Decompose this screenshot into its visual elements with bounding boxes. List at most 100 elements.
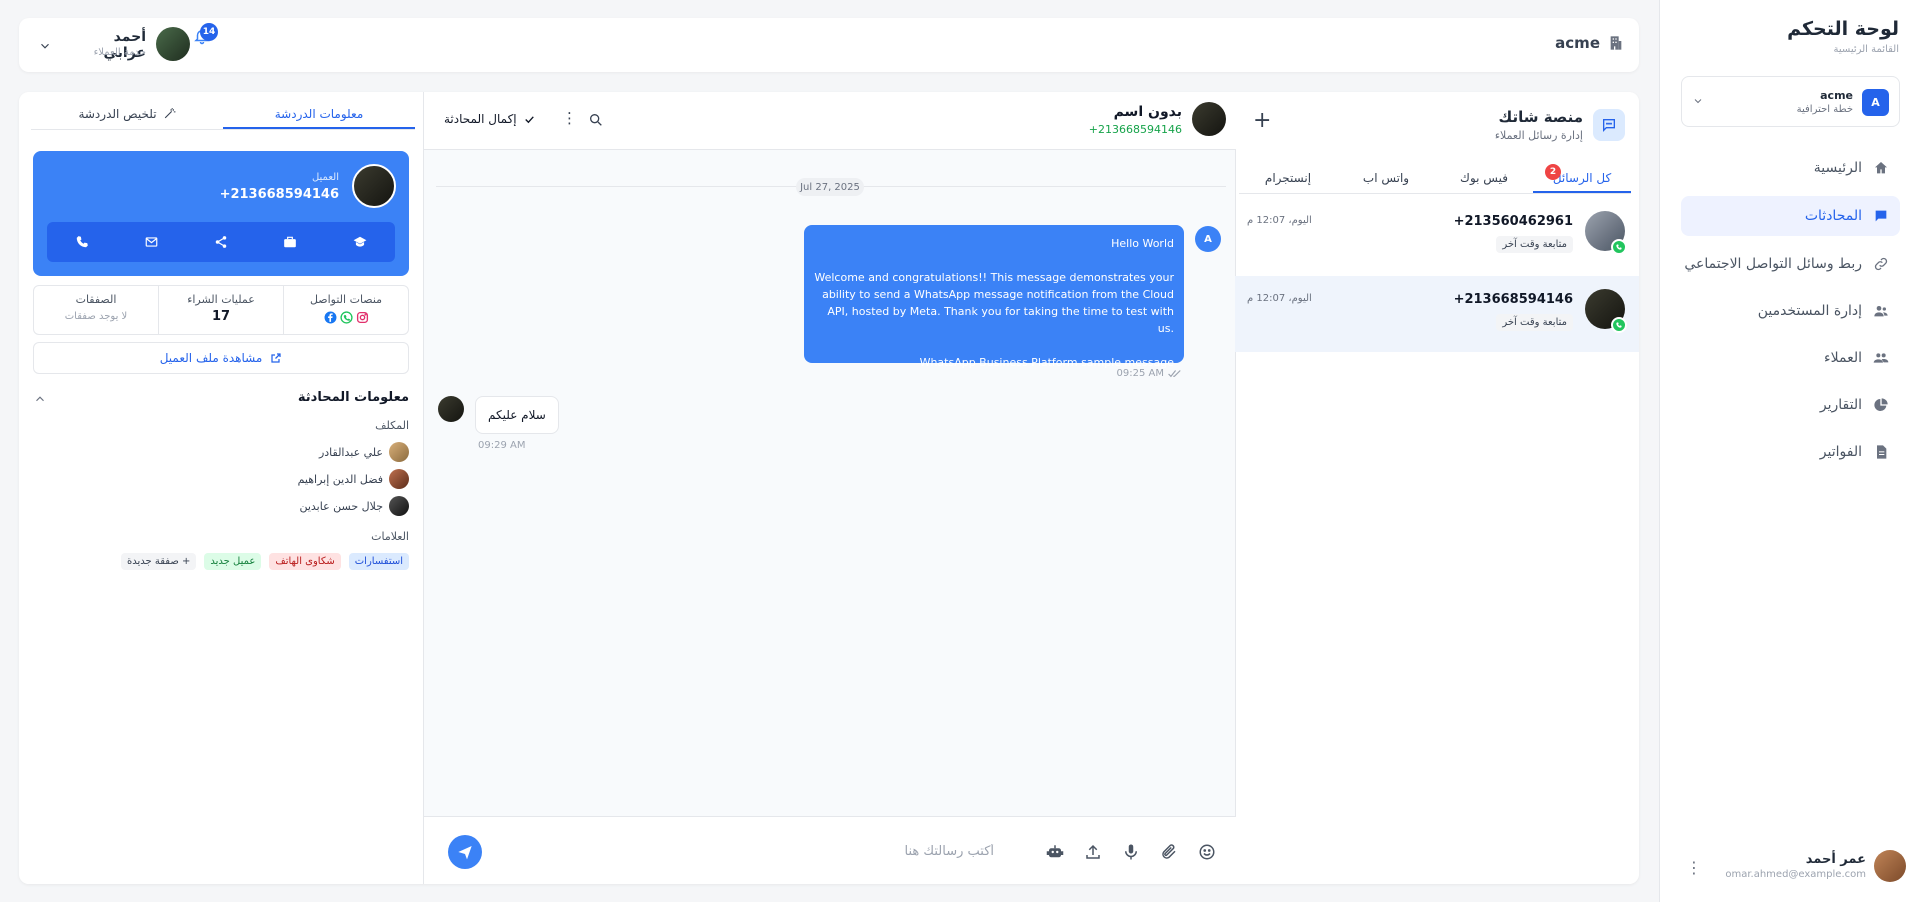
tab-chat-info[interactable]: معلومات الدردشة	[223, 100, 415, 129]
microphone-icon[interactable]	[1120, 841, 1142, 863]
message-time: 09:25 AM	[1116, 368, 1164, 379]
chat-header: بدون اسم +213668594146 ⋮ إكمال المحادثة	[424, 92, 1236, 150]
conversation-phone: +213560462961	[1453, 214, 1573, 229]
tag[interactable]: عميل جديد	[204, 553, 262, 570]
search-icon[interactable]	[588, 112, 604, 128]
tab-whatsapp[interactable]: واتس اب	[1337, 164, 1435, 193]
graduation-cap-icon[interactable]	[352, 235, 368, 249]
chevron-down-icon	[1692, 95, 1704, 107]
sidebar: لوحة التحكم القائمة الرئيسية A acme خطة …	[1659, 0, 1915, 902]
message-composer	[424, 816, 1236, 884]
unread-badge: 2	[1545, 164, 1561, 180]
sidebar-item-customers[interactable]: العملاء	[1681, 338, 1900, 378]
phone-icon[interactable]	[75, 235, 89, 249]
stat-label: عمليات الشراء	[187, 293, 255, 306]
outgoing-message: Hello World Welcome and congratulations!…	[804, 225, 1184, 369]
emoji-icon[interactable]	[1196, 841, 1218, 863]
header-user-role: خدمة العملاء	[93, 47, 146, 58]
user-menu[interactable]: أحمد عرابي خدمة العملاء	[36, 27, 296, 63]
tag[interactable]: شكاوى الهاتف	[269, 553, 341, 570]
message-line: Welcome and congratulations!! This messa…	[814, 271, 1174, 335]
sidebar-subtitle: القائمة الرئيسية	[1833, 44, 1899, 55]
composer-tools	[1044, 841, 1218, 863]
tab-facebook[interactable]: فيس بوك	[1435, 164, 1533, 193]
assigned-label: المكلف	[375, 419, 409, 432]
chevron-up-icon[interactable]	[33, 392, 47, 406]
stat-deals: الصفقات لا يوجد صفقات	[34, 286, 158, 334]
conversation-item[interactable]: +213668594146 اليوم، 12:07 م متابعة وقت …	[1235, 276, 1639, 352]
org-label: acme	[1555, 34, 1624, 52]
workspace-name: acme	[1820, 89, 1853, 102]
assignee: جلال حسن عابدين	[299, 495, 409, 517]
customer-label: العميل	[311, 172, 339, 183]
sidebar-item-users[interactable]: إدارة المستخدمين	[1681, 291, 1900, 331]
tab-label: تلخيص الدردشة	[78, 107, 157, 121]
assignee: علي عبدالقادر	[319, 441, 409, 463]
send-icon	[457, 844, 473, 860]
tab-instagram[interactable]: إنستجرام	[1239, 164, 1337, 193]
date-pill: Jul 27, 2025	[796, 178, 864, 196]
invoice-icon	[1872, 443, 1890, 461]
customer-phone: +213668594146	[219, 187, 339, 202]
message-input[interactable]	[574, 831, 994, 871]
customer-card: العميل +213668594146	[33, 151, 409, 276]
stat-note: لا يوجد صفقات	[64, 311, 128, 322]
chat-icon	[1872, 207, 1890, 225]
mail-icon[interactable]	[144, 235, 159, 249]
add-tag-button[interactable]: صفقة جديدة +	[120, 553, 197, 570]
tab-chat-summary[interactable]: تلخيص الدردشة	[31, 100, 223, 129]
sidebar-item-label: العملاء	[1824, 350, 1862, 366]
tab-all-messages[interactable]: كل الرسائل 2	[1533, 164, 1631, 193]
sidebar-item-social-links[interactable]: ربط وسائل التواصل الاجتماعي	[1681, 244, 1900, 284]
assignee-name: جلال حسن عابدين	[299, 499, 383, 513]
facebook-icon	[324, 311, 337, 324]
complete-conversation-button[interactable]: إكمال المحادثة	[444, 112, 536, 126]
complete-label: إكمال المحادثة	[444, 112, 517, 126]
assignee-name: علي عبدالقادر	[318, 445, 383, 459]
conversations-header: منصة شاتك إدارة رسائل العملاء +	[1235, 92, 1639, 158]
channel-icons	[284, 311, 408, 324]
send-button[interactable]	[448, 835, 482, 869]
customers-icon	[1872, 349, 1890, 367]
workspace-switcher[interactable]: A acme خطة احترافية	[1681, 76, 1900, 127]
notification-badge: 14	[200, 23, 218, 41]
agent-avatar: A	[1195, 226, 1221, 252]
top-header: acme أحمد عرابي خدمة العملاء 14	[19, 18, 1639, 72]
robot-icon[interactable]	[1044, 841, 1066, 863]
stat-label: الصفقات	[75, 293, 117, 306]
stat-value: 17	[211, 309, 231, 324]
share-icon[interactable]	[214, 235, 228, 249]
briefcase-icon[interactable]	[283, 235, 297, 249]
sidebar-item-home[interactable]: الرئيسية	[1681, 148, 1900, 188]
avatar	[1192, 102, 1226, 136]
outgoing-time: 09:25 AM	[1117, 368, 1182, 379]
conversation-time: اليوم، 12:07 م	[1247, 293, 1312, 304]
plus-icon[interactable]: +	[1253, 110, 1271, 132]
sidebar-item-conversations[interactable]: المحادثات	[1681, 196, 1900, 236]
current-user[interactable]: عمر أحمد omar.ahmed@example.com ⋮	[1660, 846, 1915, 886]
sidebar-item-label: ربط وسائل التواصل الاجتماعي	[1684, 256, 1862, 272]
paperclip-icon[interactable]	[1158, 841, 1180, 863]
conversation-tag: متابعة وقت آخر	[1496, 314, 1573, 331]
upload-icon[interactable]	[1082, 841, 1104, 863]
tab-label: فيس بوك	[1460, 171, 1508, 185]
sidebar-item-invoices[interactable]: الفواتير	[1681, 432, 1900, 472]
users-icon	[1872, 302, 1890, 320]
sidebar-item-label: التقارير	[1819, 397, 1862, 413]
sidebar-item-label: الرئيسية	[1813, 160, 1862, 176]
sidebar-item-reports[interactable]: التقارير	[1681, 385, 1900, 425]
conversation-item[interactable]: +213560462961 اليوم، 12:07 م متابعة وقت …	[1235, 198, 1639, 274]
more-vertical-icon[interactable]: ⋮	[1686, 858, 1702, 877]
tag[interactable]: استفسارات	[348, 553, 409, 570]
chat-contact-name: بدون اسم	[1113, 104, 1182, 120]
section-title: معلومات المحادثة	[297, 390, 409, 405]
more-vertical-icon[interactable]: ⋮	[562, 109, 577, 127]
chat-info-panel: معلومات الدردشة تلخيص الدردشة العميل +21…	[19, 92, 423, 884]
conversations-subtitle: إدارة رسائل العملاء	[1494, 129, 1583, 142]
view-customer-profile-button[interactable]: مشاهدة ملف العميل	[33, 342, 409, 374]
sidebar-item-label: المحادثات	[1804, 208, 1862, 224]
stat-label: منصات التواصل	[309, 293, 383, 306]
avatar	[389, 442, 409, 462]
external-link-icon	[270, 352, 282, 364]
tags-list: استفسارات شكاوى الهاتف عميل جديد صفقة جد…	[120, 553, 409, 570]
